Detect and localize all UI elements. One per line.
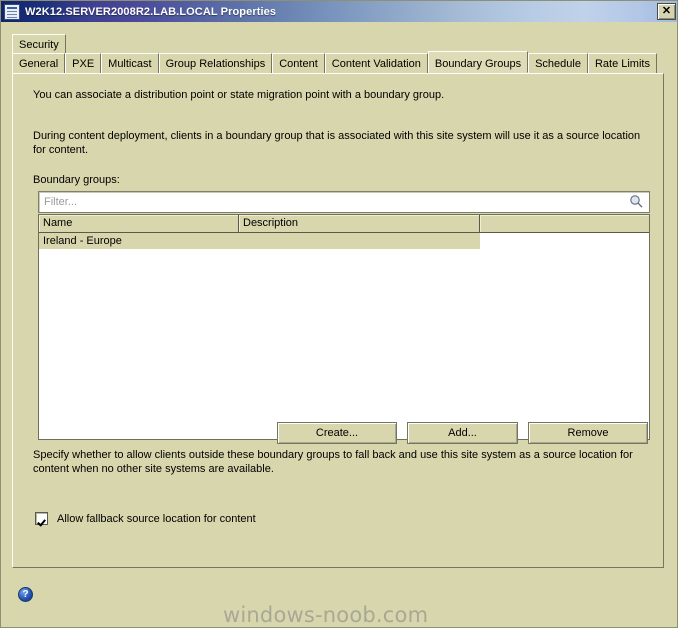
help-icon[interactable]: ? bbox=[18, 587, 33, 602]
tab-rate-limits[interactable]: Rate Limits bbox=[587, 53, 657, 73]
fallback-description-text: Specify whether to allow clients outside… bbox=[33, 449, 633, 475]
description-text: During content deployment, clients in a … bbox=[33, 130, 641, 156]
tab-multicast[interactable]: Multicast bbox=[101, 53, 159, 73]
titlebar: W2K12.SERVER2008R2.LAB.LOCAL Properties … bbox=[1, 1, 677, 22]
create-button[interactable]: Create... bbox=[277, 422, 397, 444]
list-item[interactable]: Ireland - Europe bbox=[39, 233, 649, 249]
add-button[interactable]: Add... bbox=[407, 422, 518, 444]
column-header-name[interactable]: Name bbox=[39, 215, 239, 232]
filter-box[interactable] bbox=[38, 191, 650, 213]
tab-row-lower: General PXE Multicast Group Relationship… bbox=[12, 51, 657, 73]
tab-label: Security bbox=[19, 39, 59, 51]
cell-description bbox=[239, 233, 480, 249]
cell-extra bbox=[480, 233, 649, 249]
search-icon[interactable] bbox=[627, 193, 647, 211]
tab-security[interactable]: Security bbox=[12, 34, 66, 54]
tab-content-validation[interactable]: Content Validation bbox=[324, 53, 428, 73]
cell-name: Ireland - Europe bbox=[39, 233, 239, 249]
dialog-footer: ? OK Cancel Apply bbox=[1, 573, 677, 627]
column-header-extra[interactable] bbox=[480, 215, 649, 232]
tab-content[interactable]: Content bbox=[272, 53, 325, 73]
tab-row-upper: Security bbox=[12, 34, 66, 54]
tab-label: Schedule bbox=[535, 58, 581, 70]
tab-schedule[interactable]: Schedule bbox=[528, 53, 588, 73]
search-input[interactable] bbox=[39, 195, 627, 209]
remove-button[interactable]: Remove bbox=[528, 422, 648, 444]
close-icon[interactable]: ✕ bbox=[657, 3, 676, 20]
tab-general[interactable]: General bbox=[12, 53, 66, 73]
boundary-groups-label: Boundary groups: bbox=[33, 174, 120, 186]
tab-strip: Security General PXE Multicast Group Rel… bbox=[12, 34, 664, 74]
tab-label: Rate Limits bbox=[594, 58, 650, 70]
tab-boundary-groups[interactable]: Boundary Groups bbox=[427, 51, 529, 73]
properties-window-icon bbox=[4, 3, 20, 20]
allow-fallback-label: Allow fallback source location for conte… bbox=[57, 512, 256, 525]
tab-label: Content bbox=[279, 58, 318, 70]
tab-label: Group Relationships bbox=[165, 58, 266, 70]
window-title: W2K12.SERVER2008R2.LAB.LOCAL Properties bbox=[25, 5, 277, 18]
tab-label: PXE bbox=[72, 58, 95, 70]
tab-label: Multicast bbox=[108, 58, 152, 70]
intro-text: You can associate a distribution point o… bbox=[33, 89, 445, 101]
properties-dialog: W2K12.SERVER2008R2.LAB.LOCAL Properties … bbox=[0, 0, 678, 628]
column-header-description[interactable]: Description bbox=[239, 215, 480, 232]
list-body: Ireland - Europe bbox=[39, 233, 649, 439]
tab-label: Boundary Groups bbox=[434, 58, 522, 70]
allow-fallback-row[interactable]: Allow fallback source location for conte… bbox=[35, 512, 256, 525]
boundary-groups-list[interactable]: Name Description Ireland - Europe bbox=[38, 214, 650, 440]
tab-label: Content Validation bbox=[331, 58, 421, 70]
tab-pxe[interactable]: PXE bbox=[65, 53, 102, 73]
list-header: Name Description bbox=[39, 215, 649, 233]
allow-fallback-checkbox[interactable] bbox=[35, 512, 48, 525]
boundary-groups-panel: You can associate a distribution point o… bbox=[12, 73, 664, 568]
tab-group-relationships[interactable]: Group Relationships bbox=[158, 53, 273, 73]
tab-label: General bbox=[19, 58, 59, 70]
